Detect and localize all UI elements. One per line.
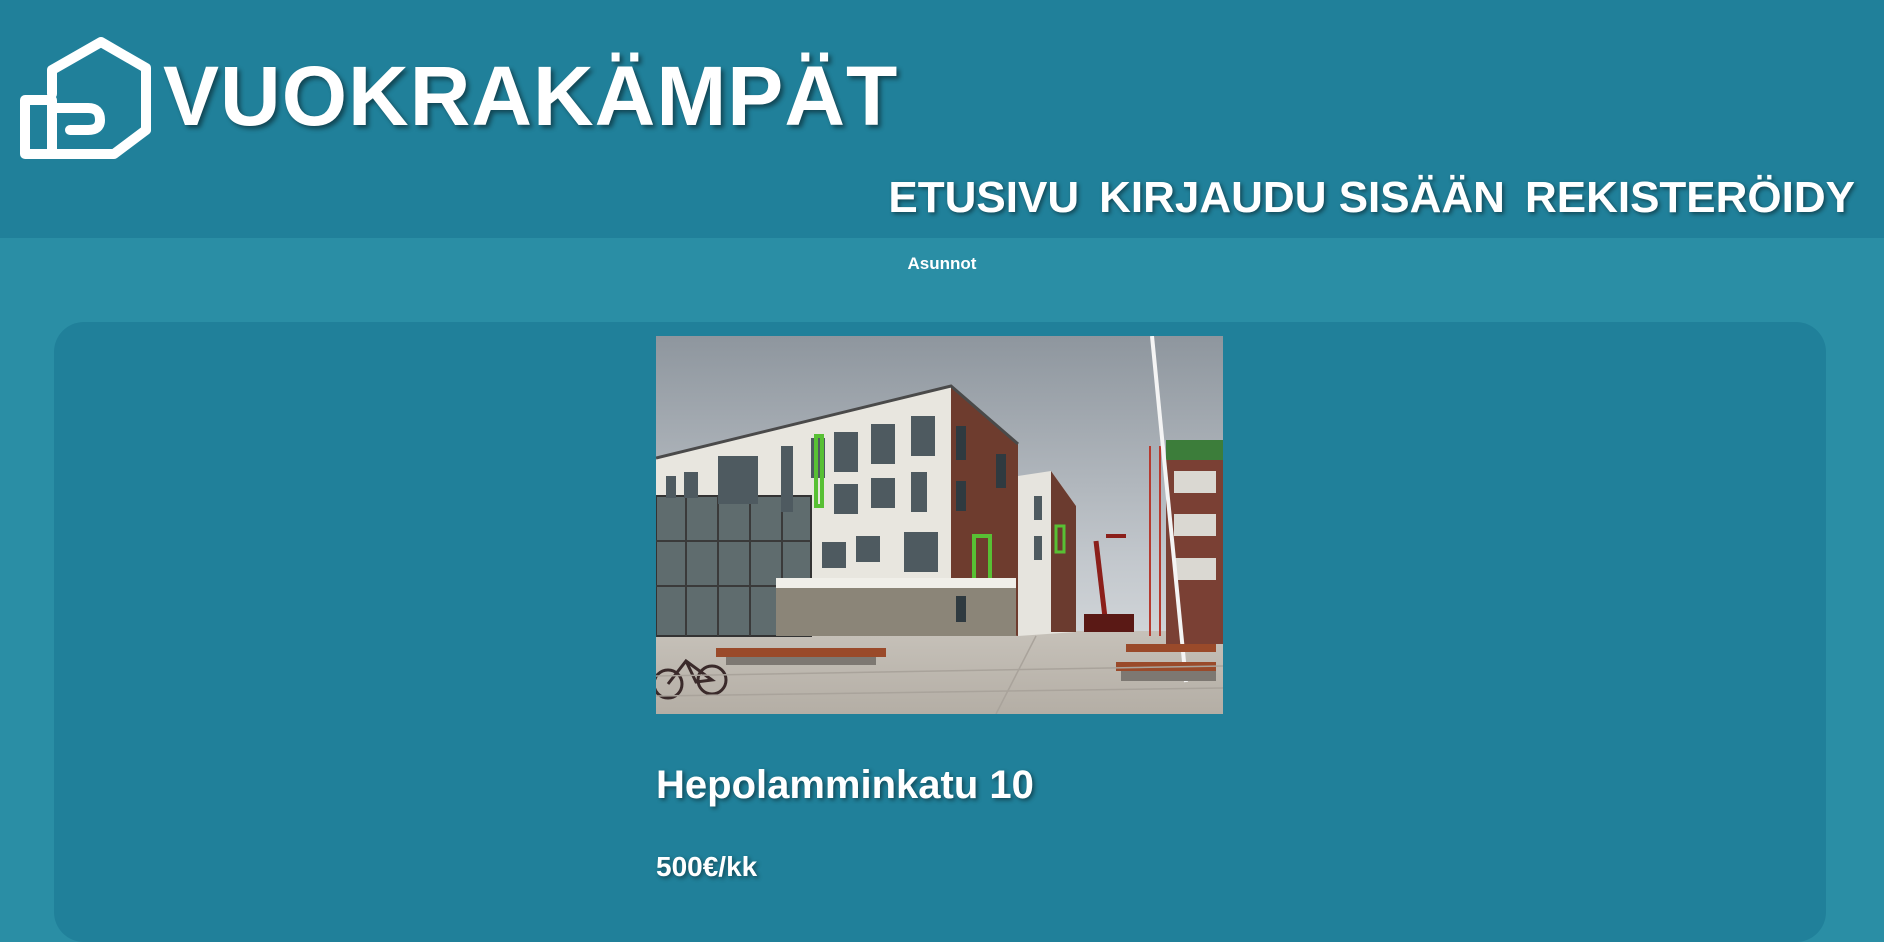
sub-nav: Asunnot <box>0 252 1884 276</box>
house-on-hand-icon[interactable] <box>20 36 152 164</box>
listing-card: Hepolamminkatu 10 500€/kk <box>54 322 1826 942</box>
apartments-link[interactable]: Asunnot <box>908 254 977 273</box>
apartment-building-photo <box>656 336 1223 714</box>
nav-home-link[interactable]: ETUSIVU <box>888 170 1079 226</box>
main-nav: ETUSIVU KIRJAUDU SISÄÄN REKISTERÖIDY <box>888 170 1855 226</box>
site-title[interactable]: VUOKRAKÄMPÄT <box>163 46 898 146</box>
nav-register-link[interactable]: REKISTERÖIDY <box>1525 170 1855 226</box>
nav-login-link[interactable]: KIRJAUDU SISÄÄN <box>1099 170 1505 226</box>
listing-title: Hepolamminkatu 10 <box>656 763 1034 807</box>
listing-price: 500€/kk <box>656 851 758 882</box>
site-header: VUOKRAKÄMPÄT ETUSIVU KIRJAUDU SISÄÄN REK… <box>0 0 1884 238</box>
